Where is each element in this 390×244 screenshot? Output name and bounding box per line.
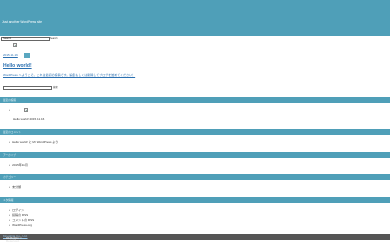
meta-login-text[interactable]: ログイン: [12, 208, 24, 212]
sidebar-search-input[interactable]: [3, 86, 52, 90]
recent-posts-header: 最近の投稿: [0, 97, 390, 103]
archives-header: アーカイブ: [0, 152, 390, 158]
archives-label: アーカイブ: [3, 153, 16, 157]
footer-copyright: Copyright © Kinoshita Co., Ltd. All Righ…: [3, 235, 28, 244]
post-title[interactable]: Hello world!: [3, 63, 32, 69]
category-item[interactable]: 未分類: [9, 185, 21, 190]
recent-comments-label: 最近のコメント: [3, 130, 22, 134]
recent-post-thumbnail-icon[interactable]: [24, 108, 28, 112]
recent-comments-header: 最近のコメント: [0, 129, 390, 135]
meta-comments-rss-text[interactable]: コメントの RSS: [12, 218, 34, 222]
header-search-row: Search Search: [0, 36, 390, 43]
site-tagline: Just another WordPress site: [2, 20, 42, 24]
post-date[interactable]: 2015.11.16: [3, 53, 18, 58]
categories-label: カテゴリー: [3, 175, 16, 179]
archive-item[interactable]: 2015年11月: [9, 163, 28, 168]
recent-comment-item[interactable]: Hello world! に Mr WordPress より: [9, 140, 58, 145]
header-search-input[interactable]: Search: [1, 37, 50, 41]
site-footer: Copyright © Kinoshita Co., Ltd. All Righ…: [0, 234, 390, 244]
meta-posts-rss-text[interactable]: 投稿の RSS: [12, 213, 28, 217]
post-excerpt[interactable]: WordPress へようこそ。これは最初の投稿です。編集もしくは削除してブログ…: [3, 73, 135, 78]
header-search-button[interactable]: Search: [50, 37, 58, 41]
meta-item-wordpress-org[interactable]: WordPress.org: [9, 223, 32, 228]
site-header: Just another WordPress site: [0, 0, 390, 36]
categories-header: カテゴリー: [0, 174, 390, 180]
meta-label: メタ情報: [3, 198, 14, 202]
rights-text: All Rights Reserved.: [6, 235, 20, 244]
post-thumbnail-icon[interactable]: [13, 43, 17, 47]
recent-post-item[interactable]: Hello world! 2015.11.16: [13, 117, 44, 122]
meta-header: メタ情報: [0, 197, 390, 203]
recent-comment-text[interactable]: Hello world! に Mr WordPress より: [12, 140, 58, 144]
sidebar-search-button[interactable]: 検索: [53, 86, 58, 90]
category-text[interactable]: 未分類: [12, 185, 21, 189]
archive-text[interactable]: 2015年11月: [12, 163, 28, 167]
meta-wordpress-org-text[interactable]: WordPress.org: [12, 223, 32, 227]
recent-posts-label: 最近の投稿: [3, 98, 16, 102]
date-badge: [24, 53, 30, 58]
recent-posts-bullet: [9, 109, 12, 113]
